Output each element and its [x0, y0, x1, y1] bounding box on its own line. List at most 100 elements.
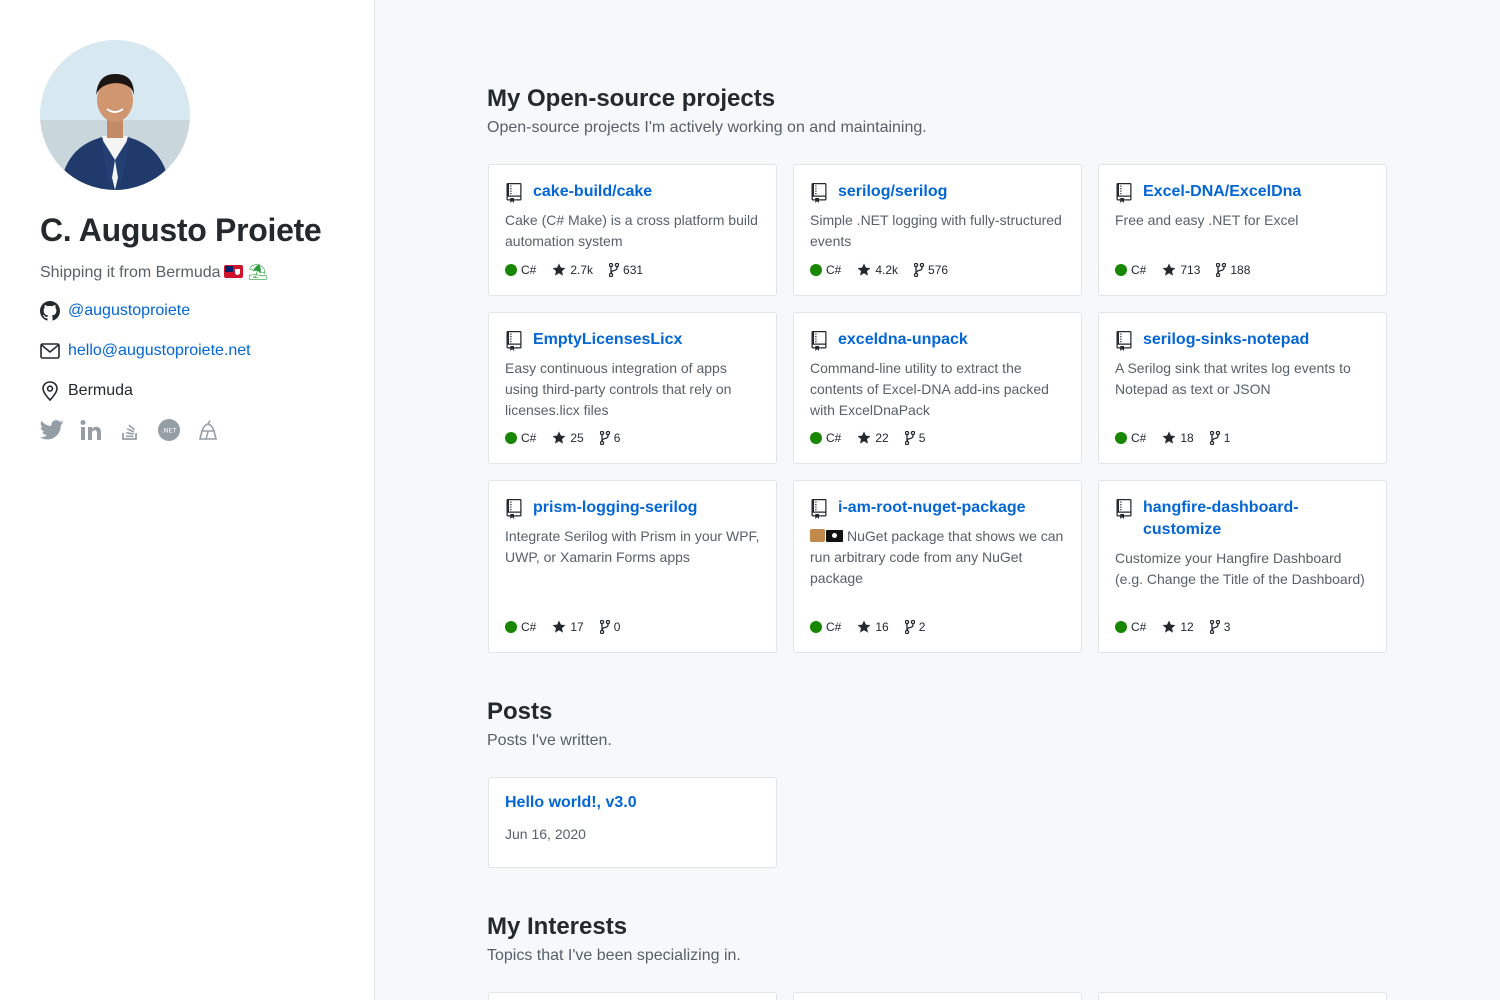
project-title: exceldna-unpack [810, 329, 1065, 351]
project-description-text: Simple .NET logging with fully-structure… [810, 212, 1062, 249]
repo-icon [1116, 331, 1132, 351]
fork-count[interactable]: 2 [904, 620, 925, 634]
pirate-flag-icon [826, 530, 843, 542]
star-count[interactable]: 18 [1162, 431, 1194, 445]
star-count[interactable]: 713 [1162, 263, 1200, 277]
language-label: C# [1131, 620, 1147, 634]
project-meta: C# 12 3 [1115, 620, 1246, 634]
project-card[interactable]: EmptyLicensesLicx Easy continuous integra… [488, 312, 777, 464]
profile-tagline: Shipping it from Bermuda ⛱ [40, 262, 268, 282]
fork-count[interactable]: 5 [904, 431, 925, 445]
project-card[interactable]: cake-build/cake Cake (C# Make) is a cross… [488, 164, 777, 296]
bermuda-flag-icon [223, 265, 243, 278]
fork-count[interactable]: 1 [1209, 431, 1231, 445]
fork-count-value: 576 [928, 263, 949, 277]
language-color-dot [1115, 264, 1127, 276]
project-card[interactable]: hangfire-dashboard-customize Customize yo… [1098, 480, 1387, 653]
post-card[interactable]: Hello world!, v3.0 Jun 16, 2020 [488, 777, 777, 868]
project-description-text: A Serilog sink that writes log events to… [1115, 360, 1351, 397]
star-icon [1162, 263, 1176, 276]
star-count[interactable]: 4.2k [857, 263, 898, 277]
twitter-icon[interactable] [40, 418, 64, 442]
project-name-link[interactable]: cake-build/cake [533, 181, 652, 203]
fork-count[interactable]: 6 [599, 431, 621, 445]
star-count[interactable]: 25 [552, 431, 584, 445]
project-card[interactable]: exceldna-unpack Command-line utility to e… [793, 312, 1082, 464]
interest-card[interactable] [793, 992, 1082, 1000]
project-card[interactable]: serilog-sinks-notepad A Serilog sink that… [1098, 312, 1387, 464]
project-title: prism-logging-serilog [505, 497, 760, 519]
github-contact[interactable]: @augustoproiete [40, 301, 190, 321]
language: C# [810, 263, 841, 277]
fork-icon [599, 620, 610, 634]
fork-icon [1209, 431, 1220, 445]
tagline-text: Shipping it from Bermuda [40, 264, 221, 281]
fork-count[interactable]: 576 [914, 263, 948, 277]
project-description-text: Command-line utility to extract the cont… [810, 360, 1049, 418]
project-name-link[interactable]: Excel-DNA/ExcelDna [1143, 181, 1301, 203]
star-count[interactable]: 12 [1162, 620, 1194, 634]
email-link[interactable]: hello@augustoproiete.net [68, 342, 251, 360]
github-link[interactable]: @augustoproiete [68, 302, 190, 320]
star-count[interactable]: 16 [857, 620, 889, 634]
project-name-link[interactable]: EmptyLicensesLicx [533, 329, 682, 351]
star-count[interactable]: 22 [857, 431, 889, 445]
project-name-link[interactable]: hangfire-dashboard-customize [1143, 497, 1370, 541]
profile-sidebar: C. Augusto Proiete Shipping it from Berm… [0, 0, 375, 1000]
project-card[interactable]: serilog/serilog Simple .NET logging with … [793, 164, 1082, 296]
star-count-value: 2.7k [570, 263, 594, 277]
post-date: Jun 16, 2020 [505, 826, 586, 842]
post-title-link[interactable]: Hello world!, v3.0 [505, 794, 760, 812]
project-card[interactable]: i-am-root-nuget-package NuGet package tha… [793, 480, 1082, 653]
fork-count-value: 6 [613, 431, 621, 445]
project-title: Excel-DNA/ExcelDna [1115, 181, 1370, 203]
interest-card[interactable] [488, 992, 777, 1000]
language: C# [1115, 431, 1146, 445]
project-title: hangfire-dashboard-customize [1115, 497, 1370, 541]
project-title: i-am-root-nuget-package [810, 497, 1065, 519]
interest-card[interactable] [1098, 992, 1387, 1000]
fork-icon [914, 263, 925, 277]
stackoverflow-icon[interactable] [118, 418, 142, 442]
language-label: C# [521, 263, 537, 277]
project-name-link[interactable]: serilog/serilog [838, 181, 947, 203]
language: C# [1115, 263, 1146, 277]
fork-icon [1209, 620, 1220, 634]
linkedin-icon[interactable] [79, 418, 103, 442]
fork-count[interactable]: 0 [599, 620, 620, 634]
fork-count-value: 1 [1223, 431, 1231, 445]
project-description: A Serilog sink that writes log events to… [1115, 358, 1370, 400]
email-contact[interactable]: hello@augustoproiete.net [40, 341, 251, 361]
project-card[interactable]: prism-logging-serilog Integrate Serilog w… [488, 480, 777, 653]
project-name-link[interactable]: prism-logging-serilog [533, 497, 697, 519]
location-pin-icon [40, 381, 60, 401]
project-name-link[interactable]: serilog-sinks-notepad [1143, 329, 1309, 351]
fork-count[interactable]: 3 [1209, 620, 1230, 634]
project-name-link[interactable]: exceldna-unpack [838, 329, 968, 351]
language-label: C# [1131, 263, 1147, 277]
posts-section-title: Posts [487, 698, 553, 725]
star-count[interactable]: 17 [552, 620, 584, 634]
desert-island-icon: ⛱ [247, 264, 268, 281]
project-card[interactable]: Excel-DNA/ExcelDna Free and easy .NET for… [1098, 164, 1387, 296]
project-name-link[interactable]: i-am-root-nuget-package [838, 497, 1026, 519]
project-meta: C# 22 5 [810, 431, 941, 445]
interests-section-title: My Interests [487, 913, 628, 940]
language-color-dot [505, 432, 517, 444]
project-description: Free and easy .NET for Excel [1115, 210, 1370, 231]
package-icon [810, 529, 825, 542]
language-label: C# [826, 620, 842, 634]
project-description-text: Integrate Serilog with Prism in your WPF… [505, 528, 760, 565]
repo-icon [1116, 499, 1132, 519]
language-color-dot [810, 432, 822, 444]
interests-section-subtitle: Topics that I've been specializing in. [487, 947, 741, 964]
star-count[interactable]: 2.7k [552, 263, 593, 277]
language: C# [505, 263, 536, 277]
fork-count[interactable]: 631 [609, 263, 643, 277]
star-count-value: 25 [570, 431, 584, 445]
cake-icon[interactable] [196, 418, 220, 442]
star-icon [857, 263, 871, 276]
dotnet-icon[interactable]: .NET [157, 418, 181, 442]
language-label: C# [826, 431, 842, 445]
fork-count[interactable]: 188 [1216, 263, 1250, 277]
